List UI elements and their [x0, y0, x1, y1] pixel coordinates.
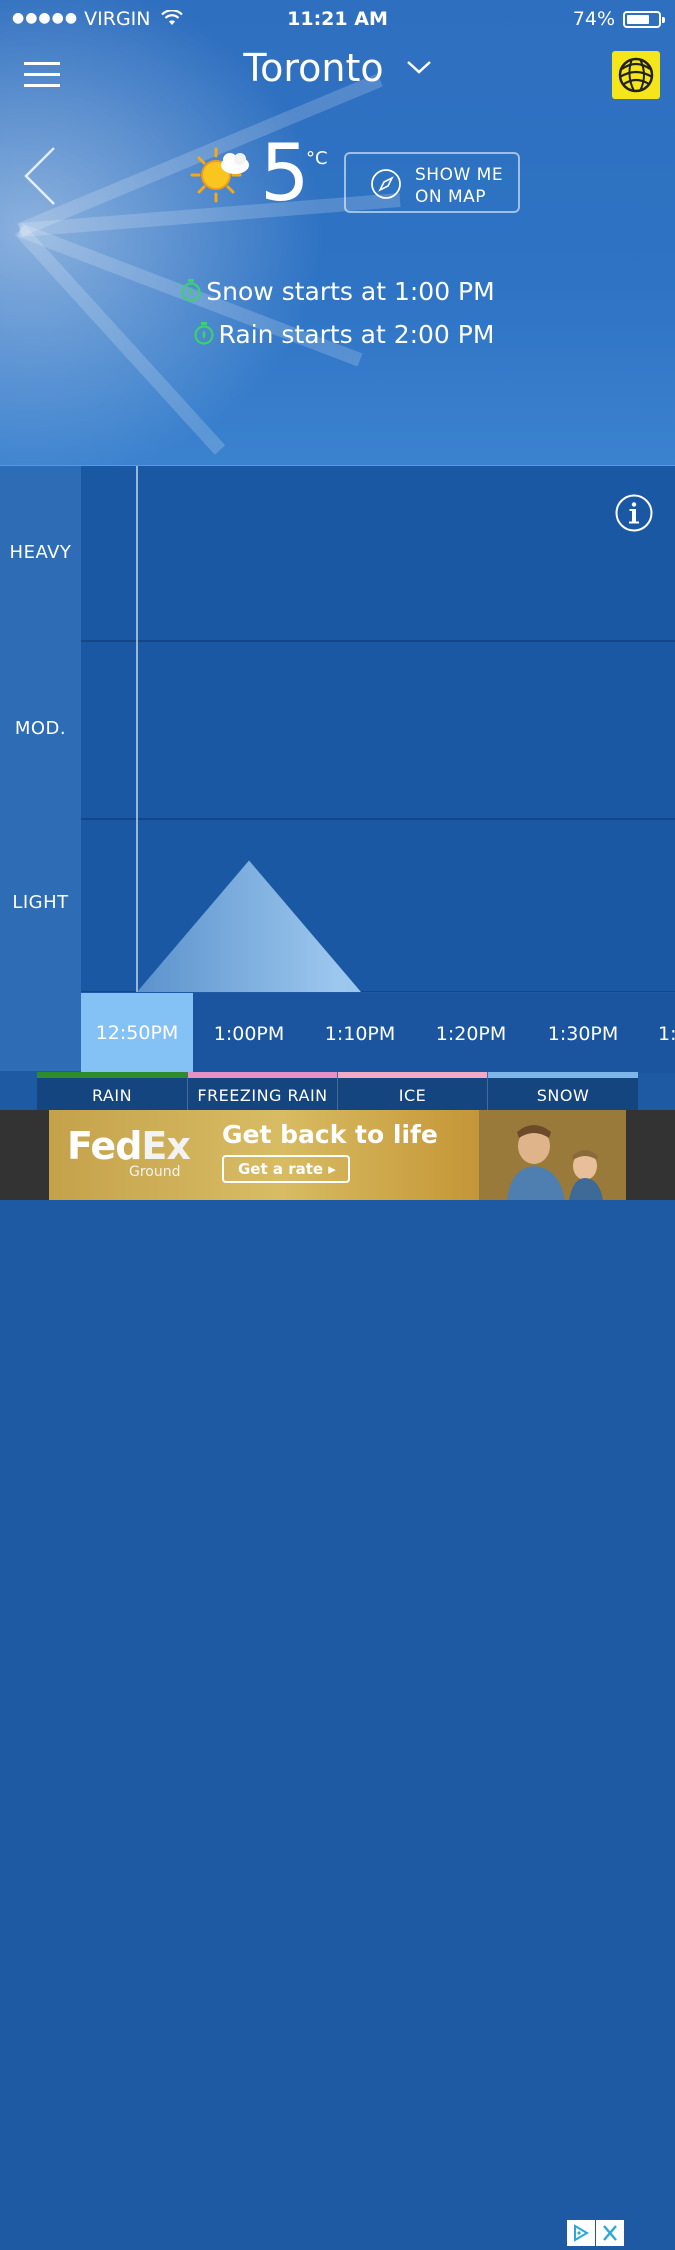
show-map-label: SHOW ME ON MAP: [415, 165, 504, 207]
legend-label-freezing-rain: FREEZING RAIN: [197, 1086, 328, 1105]
time-axis: 12:50PM 1:00PM 1:10PM 1:20PM 1:30PM 1:: [81, 993, 675, 1073]
city-name: Toronto: [243, 46, 384, 90]
legend-snow: SNOW: [487, 1072, 638, 1110]
rain-alert-text: Rain starts at 2:00 PM: [218, 320, 495, 349]
time-slot[interactable]: 1:20PM: [415, 1023, 527, 1045]
legend-label-snow: SNOW: [536, 1086, 590, 1105]
time-slot[interactable]: 1:10PM: [304, 1023, 416, 1045]
get-a-rate-button[interactable]: Get a rate ▸: [222, 1155, 350, 1183]
battery-status: 74%: [572, 8, 665, 30]
legend-rain: RAIN: [37, 1072, 187, 1110]
fedex-ground-label: Ground: [129, 1164, 181, 1180]
partly-cloudy-sun-icon: [190, 147, 249, 203]
precipitation-plot: [81, 466, 675, 992]
battery-percent: 74%: [572, 8, 615, 30]
adchoices-icon[interactable]: [567, 2220, 595, 2246]
temperature-unit: °C: [306, 148, 328, 169]
fedex-logo: FedEx: [67, 1124, 191, 1168]
timer-icon: [193, 322, 214, 345]
globe-icon: [618, 57, 654, 93]
ad-photo-father-son: [479, 1110, 626, 1200]
fedex-ad-banner[interactable]: FedEx Ground Get back to life Get a rate…: [49, 1110, 626, 1200]
info-icon: [615, 494, 653, 532]
ad-banner-container: FedEx Ground Get back to life Get a rate…: [0, 1110, 675, 2246]
time-slot[interactable]: 1:00PM: [193, 1023, 305, 1045]
level-heavy: HEAVY: [9, 542, 72, 563]
fedex-logo-ex: Ex: [141, 1124, 190, 1168]
rain-alert: Rain starts at 2:00 PM: [0, 320, 675, 349]
legend-freezing-rain: FREEZING RAIN: [187, 1072, 337, 1110]
chevron-left-icon: [24, 147, 55, 205]
legend-ice: ICE: [337, 1072, 487, 1110]
info-button[interactable]: [614, 493, 654, 533]
show-me-on-map-button[interactable]: SHOW ME ON MAP: [344, 152, 520, 213]
chevron-down-icon: [406, 61, 431, 74]
fedex-logo-fed: Fed: [67, 1124, 142, 1168]
legend-swatch-snow: [488, 1072, 638, 1078]
time-slot-partial[interactable]: 1:: [638, 1023, 675, 1045]
legend-swatch-ice: [338, 1072, 487, 1078]
city-selector[interactable]: Toronto: [0, 46, 675, 90]
status-bar: ●●●●● VIRGIN 11:21 AM 74%: [0, 0, 675, 38]
timer-icon: [181, 279, 201, 302]
time-slot[interactable]: 1:30PM: [527, 1023, 639, 1045]
time-slot-active[interactable]: 12:50PM: [81, 993, 193, 1073]
level-light: LIGHT: [12, 892, 69, 913]
close-ad-icon[interactable]: [596, 2220, 624, 2246]
legend-label-ice: ICE: [398, 1086, 427, 1105]
back-arrow-button[interactable]: [22, 146, 58, 206]
legend-swatch-freezing-rain: [188, 1072, 337, 1078]
ad-choices: [567, 2220, 625, 2246]
precip-type-legend: RAIN FREEZING RAIN ICE SNOW: [37, 1072, 638, 1110]
current-temperature: 5: [260, 129, 310, 219]
legend-label-rain: RAIN: [91, 1086, 133, 1105]
weather-header-panel: ●●●●● VIRGIN 11:21 AM 74% Toronto 5 °C S…: [0, 0, 675, 465]
battery-icon: [623, 10, 665, 28]
ad-tagline: Get back to life: [222, 1120, 438, 1149]
legend-swatch-rain: [37, 1072, 187, 1078]
level-moderate: MOD.: [14, 718, 67, 739]
compass-icon: [371, 169, 401, 199]
intensity-axis: HEAVY MOD. LIGHT: [0, 466, 81, 1071]
precipitation-chart: HEAVY MOD. LIGHT 12:50PM 1:00PM 1:10PM 1…: [0, 465, 675, 1076]
snow-alert-text: Snow starts at 1:00 PM: [206, 277, 495, 306]
snow-alert: Snow starts at 1:00 PM: [0, 277, 675, 306]
weather-network-logo[interactable]: [612, 51, 660, 99]
